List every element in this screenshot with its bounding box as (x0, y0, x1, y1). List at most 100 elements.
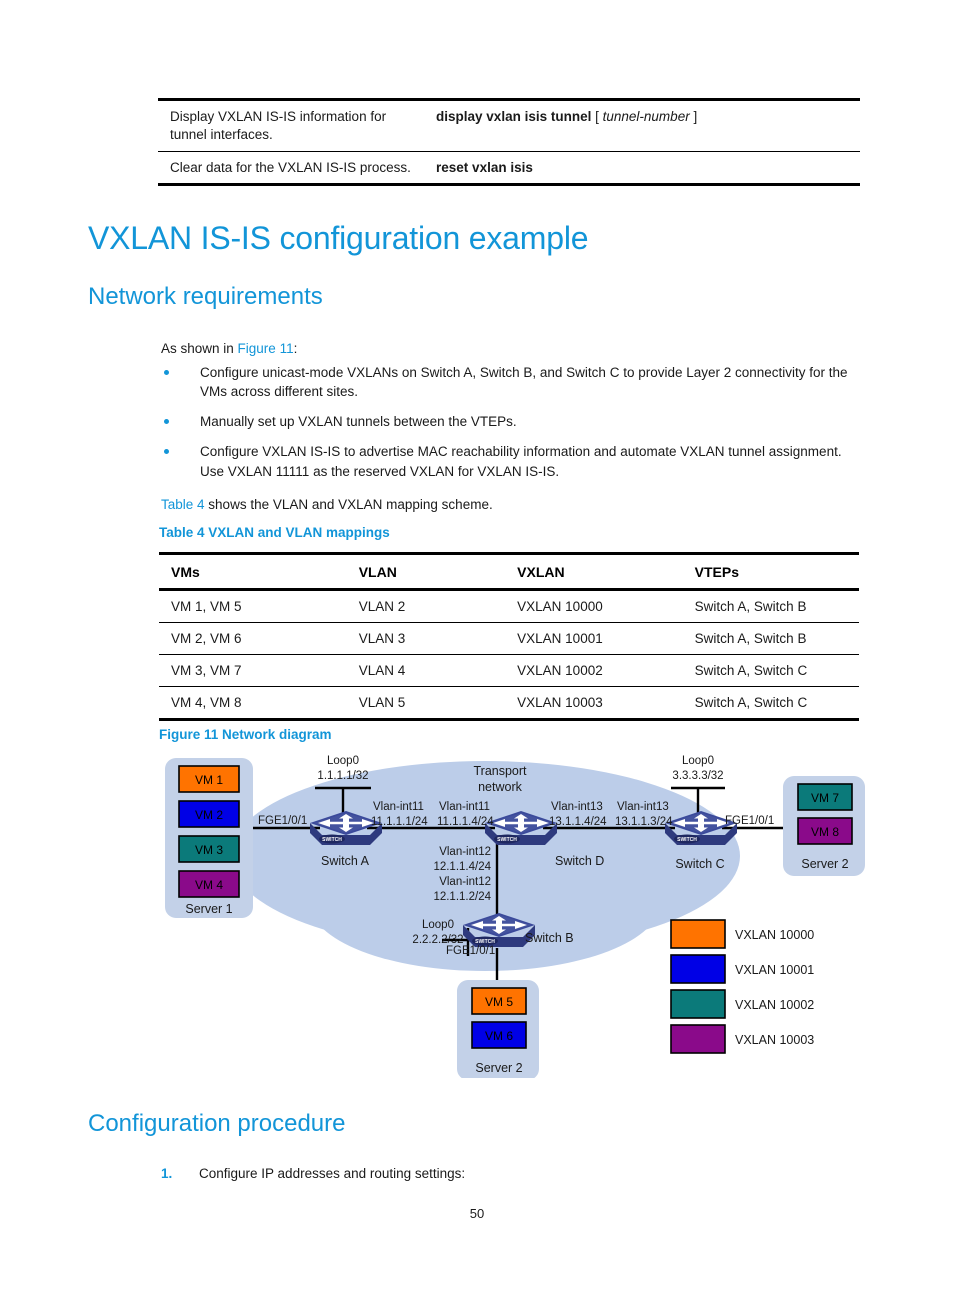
table-header-row: VMs VLAN VXLAN VTEPs (159, 552, 859, 591)
list-item: Configure VXLAN IS-IS to advertise MAC r… (162, 442, 862, 480)
legend-swatch (670, 954, 726, 984)
table-row: Clear data for the VXLAN IS-IS process. … (158, 151, 860, 187)
page-number: 50 (469, 1206, 485, 1221)
step-text: Configure IP addresses and routing setti… (199, 1166, 466, 1181)
switch-c-label: Switch C (675, 857, 724, 871)
network-diagram: SWITCH (155, 748, 875, 1078)
command-reference-table: Display VXLAN IS-IS information for tunn… (158, 98, 860, 187)
cell-vlan: VLAN 5 (346, 686, 506, 721)
vm-label: VM 6 (485, 1029, 513, 1043)
document-page: Display VXLAN IS-IS information for tunn… (0, 0, 954, 1296)
vlan-int12-d-line1: Vlan-int12 (439, 846, 491, 858)
cell-vlan: VLAN 2 (346, 589, 506, 623)
fge-server2-bottom-label: FGE1/0/1 (446, 945, 495, 957)
cell-vteps: Switch A, Switch B (682, 622, 859, 655)
table-4-caption: Table 4 VXLAN and VLAN mappings (159, 525, 390, 540)
vxlan-color-legend: VXLAN 10000 VXLAN 10001 VXLAN 10002 VXLA… (670, 919, 814, 1054)
command-syntax: reset vxlan isis (424, 151, 860, 187)
section-heading-network-requirements: Network requirements (88, 283, 323, 310)
fge-server1-label: FGE1/0/1 (258, 815, 307, 827)
vm-label: VM 3 (195, 843, 223, 857)
legend-label: VXLAN 10001 (735, 963, 814, 977)
column-header-vms: VMs (159, 552, 347, 591)
list-item: Configure unicast-mode VXLANs on Switch … (162, 363, 862, 401)
switch-a-label: Switch A (321, 854, 370, 868)
loop0-c-line2: 3.3.3.3/32 (672, 770, 723, 782)
vxlan-vlan-mapping-table: VMs VLAN VXLAN VTEPs VM 1, VM 5 VLAN 2 V… (159, 552, 859, 721)
column-header-vlan: VLAN (346, 552, 506, 591)
switch-d-label: Switch D (555, 854, 604, 868)
intro-paragraph: As shown in Figure 11: (161, 339, 761, 358)
table-reference-text: shows the VLAN and VXLAN mapping scheme. (204, 497, 493, 512)
vm-label: VM 1 (195, 773, 223, 787)
server-1-group: VM 1 VM 2 VM 3 VM 4 Server 1 (165, 758, 253, 918)
legend-swatch (670, 1024, 726, 1054)
legend-label: VXLAN 10003 (735, 1033, 814, 1047)
cell-vms: VM 4, VM 8 (159, 686, 347, 721)
cell-vms: VM 1, VM 5 (159, 589, 347, 623)
loop0-a-line1: Loop0 (327, 755, 359, 767)
vlan-int13-d-line1: Vlan-int13 (551, 801, 603, 813)
legend-label: VXLAN 10000 (735, 928, 814, 942)
server-2-right-group: VM 7 VM 8 Server 2 (783, 776, 865, 876)
vm-label: VM 2 (195, 808, 223, 822)
table-row: VM 4, VM 8 VLAN 5 VXLAN 10003 Switch A, … (159, 686, 859, 721)
legend-label: VXLAN 10002 (735, 998, 814, 1012)
section-heading-configuration-procedure: Configuration procedure (88, 1110, 346, 1137)
command-syntax-bold: reset vxlan isis (436, 159, 533, 175)
intro-prefix: As shown in (161, 341, 238, 356)
fge-server2-right-label: FGE1/0/1 (725, 815, 774, 827)
command-syntax: display vxlan isis tunnel [ tunnel-numbe… (424, 98, 860, 152)
table-reference-paragraph: Table 4 shows the VLAN and VXLAN mapping… (161, 495, 781, 514)
server-label: Server 1 (185, 902, 232, 916)
vlan-int11-a-line2: 11.1.1.1/24 (371, 816, 428, 828)
cell-vteps: Switch A, Switch C (682, 654, 859, 687)
transport-network-label-line2: network (478, 780, 523, 794)
list-item: Manually set up VXLAN tunnels between th… (162, 412, 862, 431)
vm-label: VM 7 (811, 791, 839, 805)
loop0-a-line2: 1.1.1.1/32 (317, 770, 368, 782)
server-label: Server 2 (801, 857, 848, 871)
table-4-link[interactable]: Table 4 (161, 497, 205, 512)
vlan-int11-d-line1: Vlan-int11 (439, 801, 490, 813)
legend-swatch (670, 989, 726, 1019)
column-header-vteps: VTEPs (682, 552, 859, 591)
cell-vteps: Switch A, Switch C (682, 686, 859, 721)
vlan-int13-c-line2: 13.1.1.3/24 (615, 816, 673, 828)
cell-vlan: VLAN 3 (346, 622, 506, 655)
command-syntax-bracket-close: ] (693, 109, 698, 124)
transport-network-label-line1: Transport (473, 764, 527, 778)
command-syntax-bracket-open: [ (595, 109, 599, 124)
column-header-vxlan: VXLAN (505, 552, 683, 591)
vlan-int11-a-line1: Vlan-int11 (373, 801, 424, 813)
table-row: Display VXLAN IS-IS information for tunn… (158, 98, 860, 152)
vm-label: VM 4 (195, 878, 223, 892)
cell-vms: VM 2, VM 6 (159, 622, 347, 655)
command-syntax-parameter: tunnel-number (602, 109, 690, 124)
table-row: VM 2, VM 6 VLAN 3 VXLAN 10001 Switch A, … (159, 622, 859, 655)
cell-vlan: VLAN 4 (346, 654, 506, 687)
vm-label: VM 8 (811, 825, 839, 839)
vlan-int12-b-line2: 12.1.1.2/24 (433, 891, 491, 903)
server-label: Server 2 (475, 1061, 522, 1075)
switch-b-label: Switch B (525, 931, 574, 945)
table-row: VM 1, VM 5 VLAN 2 VXLAN 10000 Switch A, … (159, 589, 859, 623)
loop0-c-line1: Loop0 (682, 755, 714, 767)
figure-11-link[interactable]: Figure 11 (238, 341, 294, 356)
vm-label: VM 5 (485, 995, 513, 1009)
command-syntax-bold: display vxlan isis tunnel (436, 109, 592, 124)
command-description: Clear data for the VXLAN IS-IS process. (158, 151, 425, 187)
command-description: Display VXLAN IS-IS information for tunn… (158, 98, 425, 152)
loop0-b-line1: Loop0 (422, 919, 454, 931)
page-title: VXLAN IS-IS configuration example (88, 220, 589, 256)
vlan-int12-d-line2: 12.1.1.4/24 (433, 861, 491, 873)
cell-vxlan: VXLAN 10001 (505, 622, 683, 655)
intro-suffix: : (293, 341, 298, 356)
vlan-int11-d-line2: 11.1.1.4/24 (437, 816, 494, 828)
table-row: VM 3, VM 7 VLAN 4 VXLAN 10002 Switch A, … (159, 654, 859, 687)
legend-swatch (670, 919, 726, 949)
cell-vteps: Switch A, Switch B (682, 589, 859, 623)
cell-vms: VM 3, VM 7 (159, 654, 347, 687)
cell-vxlan: VXLAN 10002 (505, 654, 683, 687)
cell-vxlan: VXLAN 10000 (505, 589, 683, 623)
